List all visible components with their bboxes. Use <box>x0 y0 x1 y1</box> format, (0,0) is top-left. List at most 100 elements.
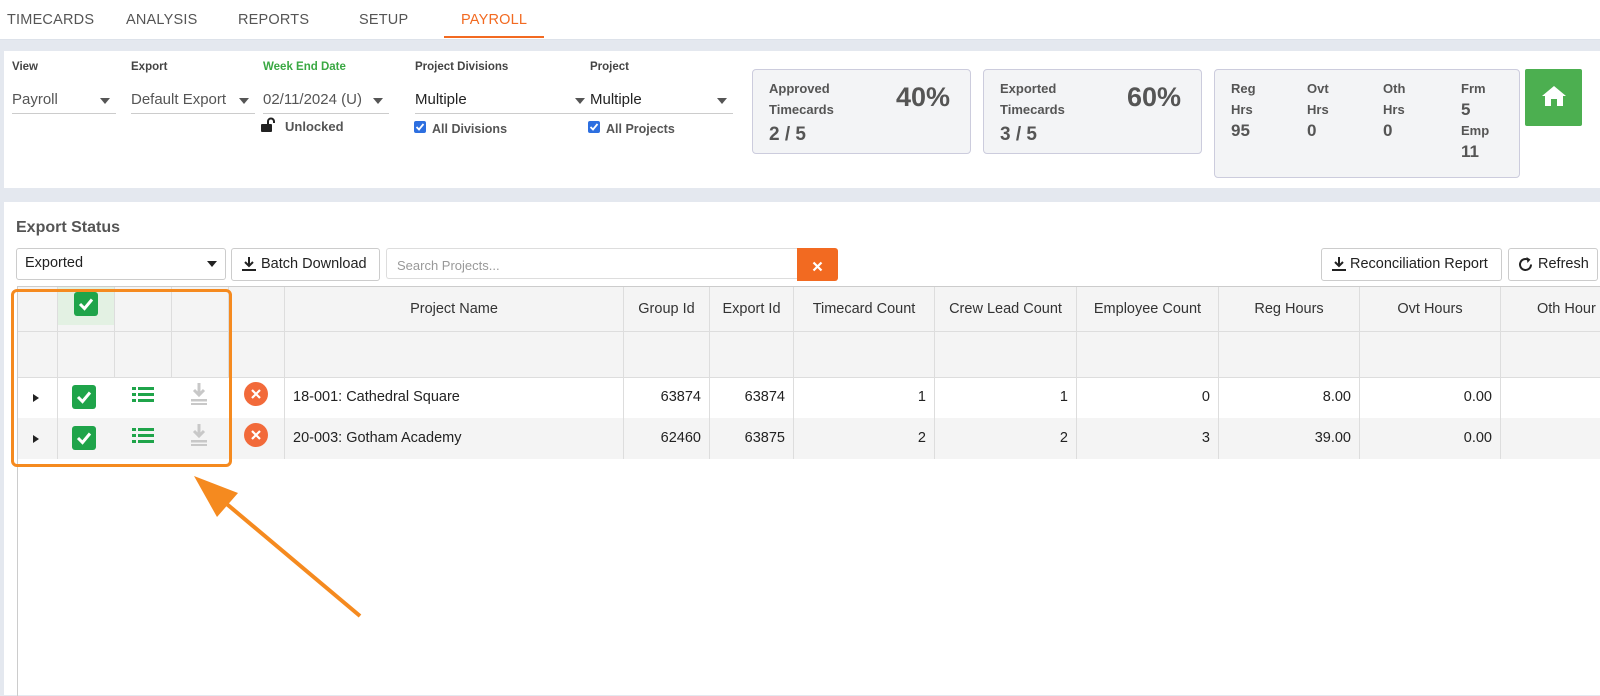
ovt-hrs-label-line1: Ovt <box>1307 81 1329 96</box>
oth-hrs-stat: Oth Hrs 0 <box>1383 78 1405 141</box>
export-label: Export <box>131 61 168 73</box>
cell-reg-hours: 8.00 <box>1322 389 1351 405</box>
exported-timecards-card: Exported Timecards 60% 3 / 5 <box>983 69 1202 154</box>
cell-export-id: 63875 <box>744 430 785 446</box>
unlock-icon <box>260 117 276 138</box>
reconciliation-report-button[interactable]: Reconciliation Report <box>1321 248 1502 281</box>
search-placeholder: Search Projects... <box>397 258 500 273</box>
search-projects-input[interactable]: Search Projects... <box>386 248 797 279</box>
tab-payroll[interactable]: PAYROLL <box>461 12 527 28</box>
cell-ovt-hours: 0.00 <box>1463 430 1492 446</box>
all-divisions-label: All Divisions <box>432 122 508 136</box>
cell-export-id: 63874 <box>744 389 785 405</box>
view-label: View <box>12 61 38 73</box>
chevron-down-icon <box>373 98 383 104</box>
export-status-title: Export Status <box>16 219 121 236</box>
frm-value: 5 <box>1461 100 1471 119</box>
tab-reports[interactable]: REPORTS <box>238 12 309 28</box>
all-projects-label: All Projects <box>606 122 675 136</box>
home-icon <box>1541 84 1567 113</box>
col-header-oth-hours[interactable]: Oth Hour <box>1537 301 1596 317</box>
tab-setup[interactable]: SETUP <box>359 12 408 28</box>
clear-search-button[interactable] <box>797 248 838 281</box>
week-end-date-label: Week End Date <box>263 61 346 73</box>
refresh-button[interactable]: Refresh <box>1508 248 1598 281</box>
emp-label: Emp <box>1461 123 1490 138</box>
exported-card-title-line2: Timecards <box>1000 102 1065 117</box>
reg-hrs-label-line1: Reg <box>1231 81 1256 96</box>
project-select[interactable]: Multiple <box>590 87 733 114</box>
col-header-timecard-count[interactable]: Timecard Count <box>794 301 934 317</box>
highlight-box-annotation <box>11 289 232 467</box>
col-header-export-id[interactable]: Export Id <box>710 301 793 317</box>
export-status-value: Exported <box>25 255 84 271</box>
home-button[interactable] <box>1525 69 1582 126</box>
view-select-value: Payroll <box>12 91 58 108</box>
lock-status: Unlocked <box>285 119 344 134</box>
active-tab-indicator <box>444 36 544 38</box>
cell-group-id: 63874 <box>660 389 701 405</box>
reg-hrs-label-line2: Hrs <box>1231 102 1253 117</box>
remove-export-icon[interactable] <box>244 423 268 447</box>
oth-hrs-label-line1: Oth <box>1383 81 1406 96</box>
frm-label: Frm <box>1461 81 1486 96</box>
col-header-project-name[interactable]: Project Name <box>285 301 623 317</box>
cell-project-name: 18-001: Cathedral Square <box>293 389 460 405</box>
col-header-group-id[interactable]: Group Id <box>624 301 709 317</box>
hours-summary-card: Reg Hrs 95 Ovt Hrs 0 Oth Hrs 0 Frm 5 Emp… <box>1214 69 1520 178</box>
cell-timecard-count: 2 <box>917 430 926 446</box>
frm-emp-stat: Frm 5 Emp 11 <box>1461 78 1489 162</box>
tab-timecards[interactable]: TIMECARDS <box>7 12 94 28</box>
cell-crew-lead-count: 2 <box>1059 430 1068 446</box>
cell-crew-lead-count: 1 <box>1059 389 1068 405</box>
chevron-down-icon <box>239 98 249 104</box>
chevron-down-icon <box>575 98 585 104</box>
cell-timecard-count: 1 <box>917 389 926 405</box>
exported-percent: 60% <box>1127 82 1182 112</box>
oth-hrs-value: 0 <box>1383 121 1393 140</box>
export-select[interactable]: Default Export <box>131 87 255 114</box>
view-select[interactable]: Payroll <box>12 87 116 114</box>
batch-download-label: Batch Download <box>261 256 367 272</box>
remove-export-icon[interactable] <box>244 382 268 406</box>
top-nav-tabs: TIMECARDS ANALYSIS REPORTS SETUP PAYROLL <box>0 0 1600 40</box>
table-row[interactable]: 20-003: Gotham Academy 62460 63875 2 2 3… <box>18 418 1600 459</box>
ovt-hrs-label-line2: Hrs <box>1307 102 1329 117</box>
chevron-down-icon <box>100 98 110 104</box>
project-select-value: Multiple <box>590 91 642 108</box>
reg-hrs-stat: Reg Hrs 95 <box>1231 78 1256 141</box>
grid-filter-row <box>18 332 1600 378</box>
download-icon <box>241 256 257 276</box>
export-status-select[interactable]: Exported <box>16 248 226 280</box>
cell-employee-count: 0 <box>1201 389 1210 405</box>
all-projects-checkbox[interactable] <box>588 121 600 133</box>
week-end-date-select[interactable]: 02/11/2024 (U) <box>263 87 389 114</box>
col-header-employee-count[interactable]: Employee Count <box>1077 301 1218 317</box>
col-header-reg-hours[interactable]: Reg Hours <box>1219 301 1359 317</box>
download-icon <box>1331 256 1347 276</box>
project-divisions-select[interactable]: Multiple <box>415 87 591 114</box>
approved-timecards-card: Approved Timecards 40% 2 / 5 <box>752 69 971 154</box>
oth-hrs-label-line2: Hrs <box>1383 102 1405 117</box>
chevron-down-icon <box>207 261 217 267</box>
emp-value: 11 <box>1461 142 1479 161</box>
batch-download-button[interactable]: Batch Download <box>231 248 380 281</box>
exported-count: 3 / 5 <box>1000 124 1037 145</box>
exported-card-title-line1: Exported <box>1000 81 1057 96</box>
project-divisions-label: Project Divisions <box>415 61 509 73</box>
reconciliation-report-label: Reconciliation Report <box>1350 256 1488 272</box>
col-header-ovt-hours[interactable]: Ovt Hours <box>1360 301 1500 317</box>
projects-grid: Project Name Group Id Export Id Timecard… <box>17 286 1600 696</box>
project-label: Project <box>590 61 629 73</box>
ovt-hrs-stat: Ovt Hrs 0 <box>1307 78 1329 141</box>
table-row[interactable]: 18-001: Cathedral Square 63874 63874 1 1… <box>18 377 1600 418</box>
export-select-value: Default Export <box>131 91 227 108</box>
chevron-down-icon <box>717 98 727 104</box>
refresh-icon <box>1517 256 1534 277</box>
all-divisions-checkbox[interactable] <box>414 121 426 133</box>
tab-analysis[interactable]: ANALYSIS <box>126 12 197 28</box>
cell-employee-count: 3 <box>1201 430 1210 446</box>
col-header-crew-lead-count[interactable]: Crew Lead Count <box>935 301 1076 317</box>
reg-hrs-value: 95 <box>1231 121 1250 140</box>
approved-count: 2 / 5 <box>769 124 806 145</box>
